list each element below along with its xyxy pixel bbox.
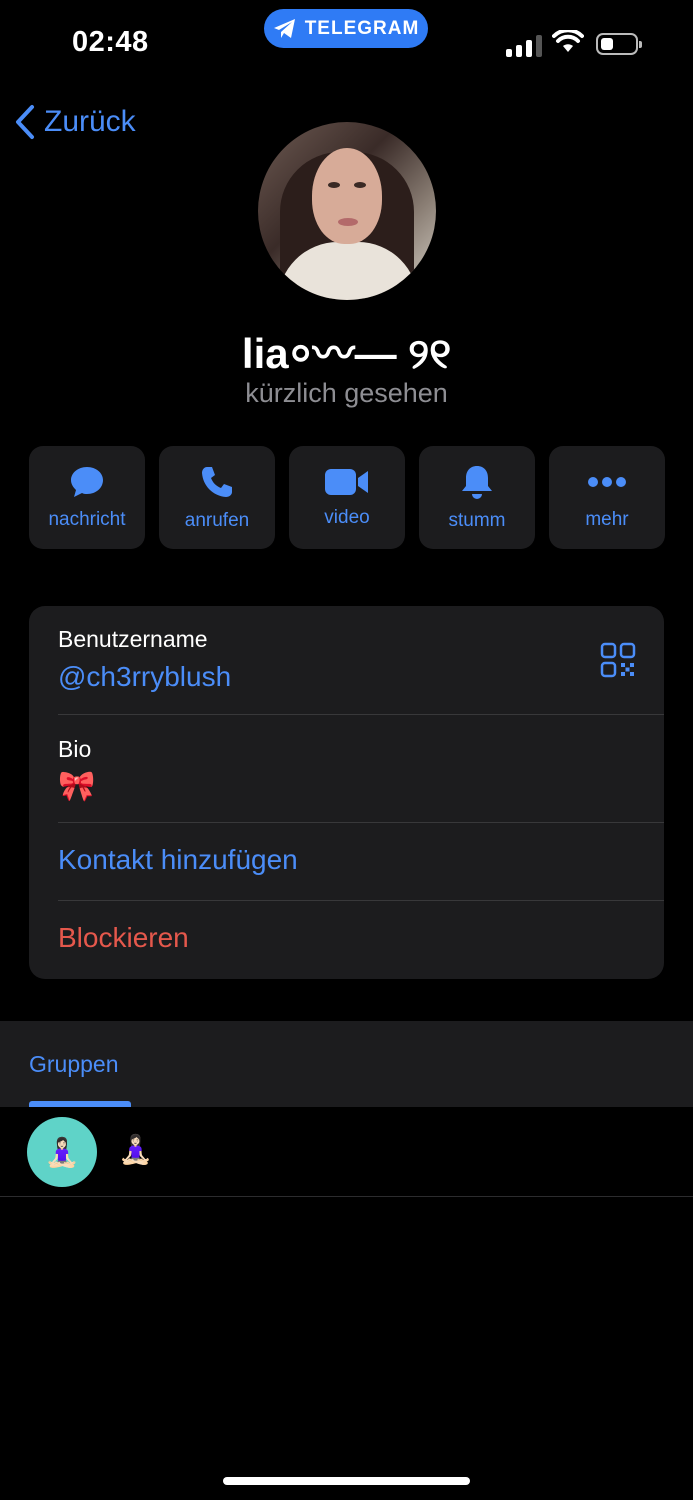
last-seen-status: kürzlich gesehen <box>245 378 448 408</box>
bio-label: Bio <box>58 736 92 762</box>
qr-code-icon[interactable] <box>600 642 636 678</box>
groups-tab-bar: Gruppen <box>0 1021 693 1107</box>
video-button[interactable]: video <box>289 446 405 549</box>
message-label: nachricht <box>48 508 126 530</box>
divider <box>58 900 664 901</box>
username-value[interactable]: @ch3rryblush <box>58 661 664 693</box>
chevron-left-icon <box>16 105 34 139</box>
bio-value: 🎀 <box>58 770 96 803</box>
back-label: Zurück <box>44 105 136 138</box>
divider <box>58 822 664 823</box>
add-contact-button[interactable]: Kontakt hinzufügen <box>58 844 664 876</box>
divider <box>58 714 664 715</box>
profile-avatar[interactable] <box>258 122 436 300</box>
list-item[interactable]: 🧘🏻‍♀️ 🧘🏻‍♀️ <box>0 1107 693 1197</box>
mute-label: stumm <box>448 509 506 531</box>
message-button[interactable]: nachricht <box>29 446 145 549</box>
bio-row: Bio 🎀 <box>58 736 664 804</box>
mute-button[interactable]: stumm <box>419 446 535 549</box>
telegram-pill-label: TELEGRAM <box>304 17 420 39</box>
bell-icon <box>462 465 492 499</box>
username-row[interactable]: Benutzername @ch3rryblush <box>58 626 664 693</box>
call-label: anrufen <box>184 509 250 531</box>
call-button[interactable]: anrufen <box>159 446 275 549</box>
more-dots-icon <box>588 476 626 487</box>
chat-bubble-icon <box>71 466 103 497</box>
group-avatar: 🧘🏻‍♀️ <box>27 1117 97 1187</box>
home-indicator[interactable] <box>223 1477 470 1485</box>
status-time: 02:48 <box>72 26 149 58</box>
profile-name: lia⸰〰— ୨୧ <box>241 330 452 377</box>
tab-groups[interactable]: Gruppen <box>29 1051 119 1078</box>
group-name: 🧘🏻‍♀️ <box>118 1134 153 1165</box>
block-button[interactable]: Blockieren <box>58 922 664 954</box>
more-button[interactable]: mehr <box>549 446 665 549</box>
video-label: video <box>324 506 370 528</box>
action-buttons: nachricht anrufen video stumm mehr <box>29 446 665 549</box>
telegram-plane-icon <box>273 18 295 38</box>
profile-info-card: Benutzername @ch3rryblush Bio 🎀 Kontakt … <box>29 606 664 979</box>
battery-icon <box>596 33 642 55</box>
back-button[interactable]: Zurück <box>14 104 136 140</box>
cellular-signal-icon <box>506 33 542 57</box>
username-label: Benutzername <box>58 626 208 652</box>
more-label: mehr <box>585 508 629 530</box>
wifi-icon <box>552 30 584 52</box>
video-camera-icon <box>325 468 368 495</box>
telegram-return-pill[interactable]: TELEGRAM <box>264 9 428 48</box>
phone-icon <box>202 466 232 497</box>
